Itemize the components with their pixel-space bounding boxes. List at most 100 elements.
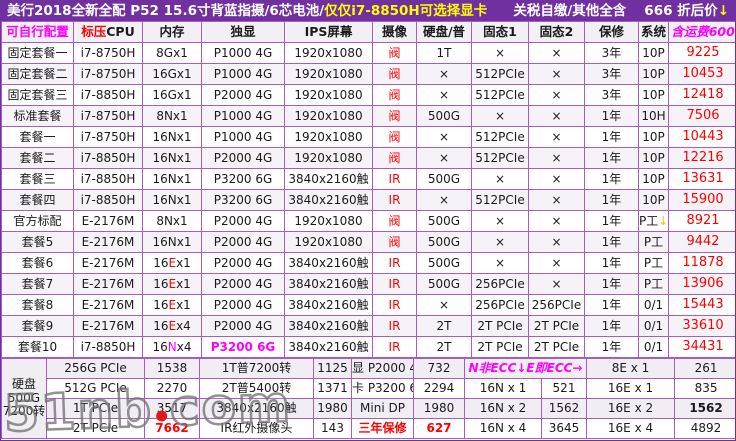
addon-cell: 3840x2160触: [200, 399, 314, 419]
col-header-ram: 内存: [143, 22, 202, 43]
addon-cell: IR红外摄像头: [200, 419, 314, 439]
table-row: 固定套餐一i7-8750H8Gx1P1000 4G1920x1080阀1T××3…: [2, 43, 736, 64]
col-header-price: 含运费600: [669, 22, 736, 43]
camera-cell: 阀: [373, 85, 417, 106]
ram-cell: 16Nx1: [143, 148, 202, 169]
addon-cell: 256G PCIe: [47, 359, 145, 379]
table-row: 套餐6E-2176M16Ex1P2000 4G3840x2160触IR500G×…: [2, 253, 736, 274]
gpu-cell: P2000 4G: [202, 148, 285, 169]
hdd-cell: 500G: [417, 169, 472, 190]
price-cell: 11878: [669, 253, 736, 274]
addon-cell: N非ECC↓E即ECC→: [465, 359, 587, 379]
table-row: 套餐四i7-8850H16Nx1P3200 6G3840x2160触IR×512…: [2, 190, 736, 211]
addon-cell: Mini DP: [352, 399, 414, 419]
addon-cell: 512G PCIe: [47, 379, 145, 399]
ram-cell: 16Nx1: [143, 232, 202, 253]
table-row: 套餐一i7-8750H16Nx1P1000 4G1920x1080阀×512PC…: [2, 127, 736, 148]
config-cell: 套餐6: [2, 253, 74, 274]
addon-cell: 3645: [542, 419, 587, 439]
screen-cell: 1920x1080: [285, 232, 373, 253]
addon-cell: 1538: [145, 359, 200, 379]
os-cell: 10P: [639, 169, 669, 190]
cpu-cell: i7-8750H: [74, 106, 143, 127]
col-header-screen: IPS屏幕: [285, 22, 373, 43]
col-header-ssd2: 固态2: [529, 22, 585, 43]
table-row: 标准套餐i7-8750H8Nx1P1000 4G1920x1080阀500G××…: [2, 106, 736, 127]
addon-cell: 1562: [675, 399, 736, 419]
ssd2-cell: ×: [529, 106, 585, 127]
ssd2-cell: ×: [529, 43, 585, 64]
os-cell: P工: [639, 253, 669, 274]
price-cell: 34431: [669, 337, 736, 358]
table-row: 官方标配E-2176M8Nx1P2000 4G1920x1080阀500G××1…: [2, 211, 736, 232]
cpu-cell: E-2176M: [74, 295, 143, 316]
camera-cell: IR: [373, 190, 417, 211]
price-sheet: 美行2018全新全配 P52 15.6寸背蓝指摄/6芯电池/仅仅i7-8850H…: [0, 0, 736, 441]
ssd1-cell: 512PCIe: [472, 64, 529, 85]
ssd1-cell: 512PCIe: [472, 127, 529, 148]
config-cell: 套餐三: [2, 169, 74, 190]
addon-row: 2T PCIe7662IR红外摄像头143三年保修62716N x 436451…: [2, 419, 736, 439]
ssd1-cell: ×: [472, 169, 529, 190]
cpu-cell: i7-8750H: [74, 43, 143, 64]
table-row: 套餐9E-2176M16Ex4P2000 4G3840x2160触IR2T2T …: [2, 316, 736, 337]
warranty-cell: 3年: [585, 64, 639, 85]
os-cell: 0/1: [639, 337, 669, 358]
cpu-cell: E-2176M: [74, 316, 143, 337]
hdd-base-cell: 硬盘500G7200转: [2, 359, 47, 439]
screen-cell: 3840x2160触: [285, 295, 373, 316]
addon-cell: 8E x 1: [587, 359, 675, 379]
addon-cell: 16E x 2: [587, 399, 675, 419]
ram-cell: 8Nx1: [143, 106, 202, 127]
ssd2-cell: ×: [529, 85, 585, 106]
addon-cell: 16N x 1: [465, 379, 542, 399]
camera-cell: 阀: [373, 211, 417, 232]
col-header-cpu: 标压CPU: [74, 22, 143, 43]
ssd2-cell: ×: [529, 190, 585, 211]
ram-cell: 16Gx1: [143, 64, 202, 85]
addon-cell: 1980: [414, 399, 465, 419]
banner-right: 关税自缴/其他全含666 折后价↓: [513, 1, 729, 21]
price-cell: 13631: [669, 169, 736, 190]
ssd2-cell: 2T PCIe: [529, 316, 585, 337]
ssd2-cell: ×: [529, 64, 585, 85]
ssd1-cell: ×: [472, 106, 529, 127]
warranty-cell: 1年: [585, 316, 639, 337]
gpu-cell: P3200 6G: [202, 337, 285, 358]
cpu-cell: E-2176M: [74, 274, 143, 295]
camera-cell: IR: [373, 253, 417, 274]
addon-cell: 2T普5400转: [200, 379, 314, 399]
addon-cell: 835: [675, 379, 736, 399]
table-row: 套餐8E-2176M16Ex1P2000 4G3840x2160触IR×256P…: [2, 295, 736, 316]
hdd-cell: ×: [417, 85, 472, 106]
addon-cell: 1980: [314, 399, 352, 419]
ram-cell: 16Ex1: [143, 295, 202, 316]
camera-cell: IR: [373, 295, 417, 316]
ssd1-cell: ×: [472, 43, 529, 64]
header-row: 可自行配置标压CPU内存独显IPS屏幕摄像硬盘/普固态1固态2保修系统含运费60…: [2, 22, 736, 43]
os-cell: 10P: [639, 148, 669, 169]
camera-cell: IR: [373, 274, 417, 295]
ssd2-cell: ×: [529, 211, 585, 232]
os-cell: 10P: [639, 43, 669, 64]
banner-model-text: 美行2018全新全配 P52 15.6寸背蓝指摄/6芯电池/: [7, 3, 324, 19]
warranty-cell: 1年: [585, 127, 639, 148]
col-header-hdd: 硬盘/普: [417, 22, 472, 43]
warranty-cell: 1年: [585, 295, 639, 316]
hdd-cell: 500G: [417, 274, 472, 295]
gpu-cell: P2000 4G: [202, 316, 285, 337]
os-cell: 10P: [639, 64, 669, 85]
os-cell: 10P: [639, 127, 669, 148]
addon-cell: 7662: [145, 419, 200, 439]
addon-cell: 1562: [542, 399, 587, 419]
warranty-cell: 3年: [585, 43, 639, 64]
gpu-cell: P3200 6G: [202, 190, 285, 211]
addon-row: 硬盘500G7200转256G PCIe15381T普7200转1125显 P2…: [2, 359, 736, 379]
screen-cell: 3840x2160触: [285, 316, 373, 337]
hdd-cell: ×: [417, 127, 472, 148]
addon-cell: 2294: [414, 379, 465, 399]
addon-cell: 143: [314, 419, 352, 439]
warranty-cell: 1年: [585, 190, 639, 211]
camera-cell: IR: [373, 316, 417, 337]
ram-cell: 16Nx1: [143, 169, 202, 190]
